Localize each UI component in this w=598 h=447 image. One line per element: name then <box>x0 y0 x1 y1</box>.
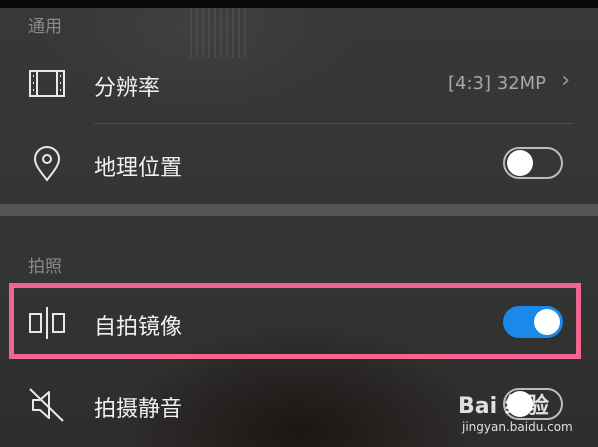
resolution-label: 分辨率 <box>94 76 161 101</box>
location-pin-icon <box>27 144 67 184</box>
shutter-mute-label: 拍摄静音 <box>94 397 183 422</box>
highlight-box <box>9 283 581 359</box>
section-header-general: 通用 <box>28 17 62 37</box>
resolution-icon <box>27 64 67 104</box>
toggle-knob <box>507 150 533 176</box>
resolution-value: [4:3] 32MP <box>447 73 546 94</box>
section-header-photo: 拍照 <box>28 257 62 277</box>
section-separator <box>0 204 598 216</box>
setting-row-resolution[interactable]: 分辨率 [4:3] 32MP › <box>0 46 598 120</box>
chevron-right-icon: › <box>561 68 570 93</box>
row-divider <box>94 123 573 124</box>
location-toggle[interactable] <box>503 147 563 179</box>
status-bar-strip <box>0 0 598 8</box>
setting-row-location[interactable]: 地理位置 <box>0 126 598 200</box>
baidu-watermark-logo: Bai 经验 <box>458 394 549 419</box>
watermark-url: jingyan.baidu.com <box>462 420 573 434</box>
speaker-muted-icon <box>27 385 67 425</box>
location-label: 地理位置 <box>94 156 183 181</box>
